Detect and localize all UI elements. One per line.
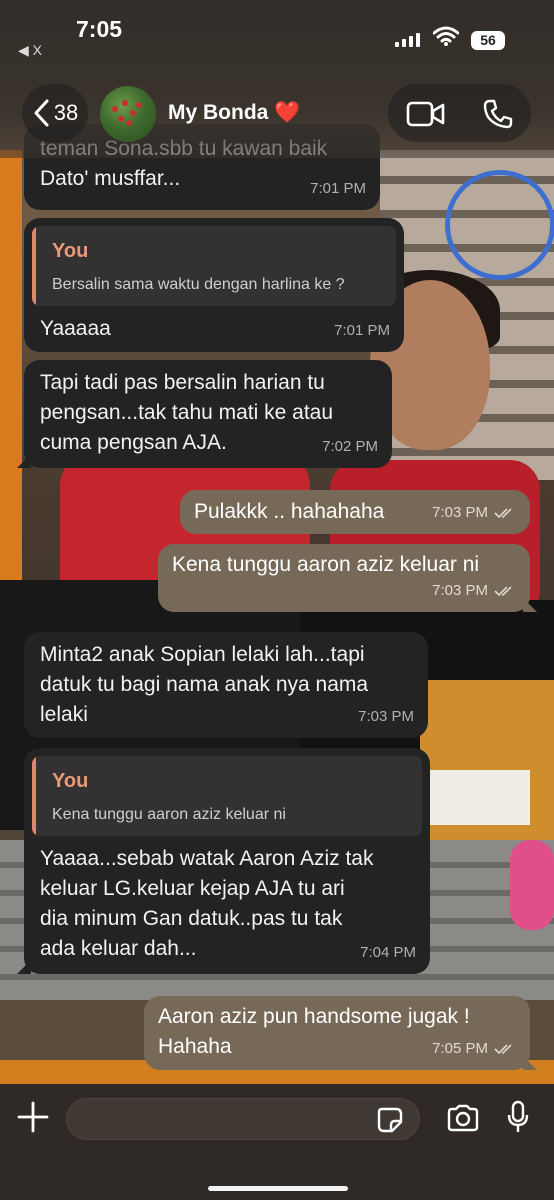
video-call-icon[interactable]	[406, 100, 446, 128]
incoming-reply-message[interactable]: You Bersalin sama waktu dengan harlina k…	[24, 218, 404, 352]
message-text: Aaron aziz pun handsome jugak !	[158, 1005, 470, 1028]
contact-name[interactable]: My Bonda ❤️	[168, 101, 300, 125]
outgoing-message[interactable]: Kena tunggu aaron aziz keluar ni 7:03 PM	[158, 544, 537, 612]
message-time: 7:02 PM	[322, 438, 378, 455]
message-text: dia minum Gan datuk..pas tu tak	[40, 907, 343, 930]
read-receipt-icon	[494, 508, 512, 519]
message-time: 7:03 PM	[432, 576, 516, 606]
message-composer	[0, 1084, 554, 1200]
message-text: datuk tu bagi nama anak nya nama	[40, 673, 369, 696]
quote-author: You	[52, 240, 89, 262]
message-text: Minta2 anak Sopian lelaki lah...tapi	[40, 643, 365, 666]
quote-author: You	[52, 770, 89, 792]
wifi-icon	[433, 26, 459, 46]
quoted-message[interactable]: You Bersalin sama waktu dengan harlina k…	[32, 226, 396, 306]
contact-avatar[interactable]	[100, 86, 156, 142]
incoming-reply-message[interactable]: You Kena tunggu aaron aziz keluar ni Yaa…	[17, 748, 430, 974]
phone-icon[interactable]	[482, 98, 514, 130]
message-text: Tapi tadi pas bersalin harian tu	[40, 371, 325, 394]
plus-icon[interactable]	[16, 1100, 50, 1134]
message-time: 7:01 PM	[334, 322, 390, 339]
call-actions	[388, 84, 531, 142]
sticker-icon[interactable]	[376, 1106, 404, 1134]
message-text: pengsan...tak tahu mati ke atau	[40, 401, 334, 424]
message-text: keluar LG.keluar kejap AJA tu ari	[40, 877, 345, 900]
cellular-signal-icon	[395, 33, 420, 47]
back-button[interactable]: 38	[22, 84, 88, 142]
quote-text: Kena tunggu aaron aziz keluar ni	[52, 806, 286, 823]
outgoing-message[interactable]: Aaron aziz pun handsome jugak ! Hahaha 7…	[144, 996, 537, 1070]
incoming-message[interactable]: Tapi tadi pas bersalin harian tu pengsan…	[17, 360, 392, 468]
return-to-app-link[interactable]: ◀ X	[18, 42, 42, 59]
message-time: 7:05 PM	[432, 1034, 516, 1064]
message-text: Yaaaa...sebab watak Aaron Aziz tak	[40, 847, 374, 870]
incoming-message[interactable]: Minta2 anak Sopian lelaki lah...tapi dat…	[24, 632, 428, 738]
camera-icon[interactable]	[446, 1104, 480, 1132]
message-text: Yaaaaa	[40, 317, 111, 340]
home-indicator[interactable]	[208, 1186, 348, 1191]
microphone-icon[interactable]	[506, 1100, 530, 1134]
chat-header: 7:05 ◀ X 56 38 My Bonda ❤️	[0, 0, 554, 158]
message-text: lelaki	[40, 703, 88, 726]
quote-text: Bersalin sama waktu dengan harlina ke ?	[52, 276, 345, 293]
message-input[interactable]	[66, 1098, 420, 1140]
message-time: 7:03 PM	[358, 708, 414, 725]
status-time: 7:05	[76, 16, 123, 42]
message-time: 7:04 PM	[360, 944, 416, 961]
read-receipt-icon	[494, 586, 512, 597]
read-receipt-icon	[494, 1044, 512, 1055]
quoted-message[interactable]: You Kena tunggu aaron aziz keluar ni	[32, 756, 422, 836]
unread-count: 38	[53, 100, 79, 125]
message-time: 7:03 PM	[432, 498, 516, 528]
outgoing-message[interactable]: Pulakkk .. hahahaha 7:03 PM	[180, 490, 530, 534]
message-time: 7:01 PM	[310, 180, 366, 197]
chevron-left-icon	[34, 99, 49, 127]
battery-indicator: 56	[471, 31, 505, 50]
